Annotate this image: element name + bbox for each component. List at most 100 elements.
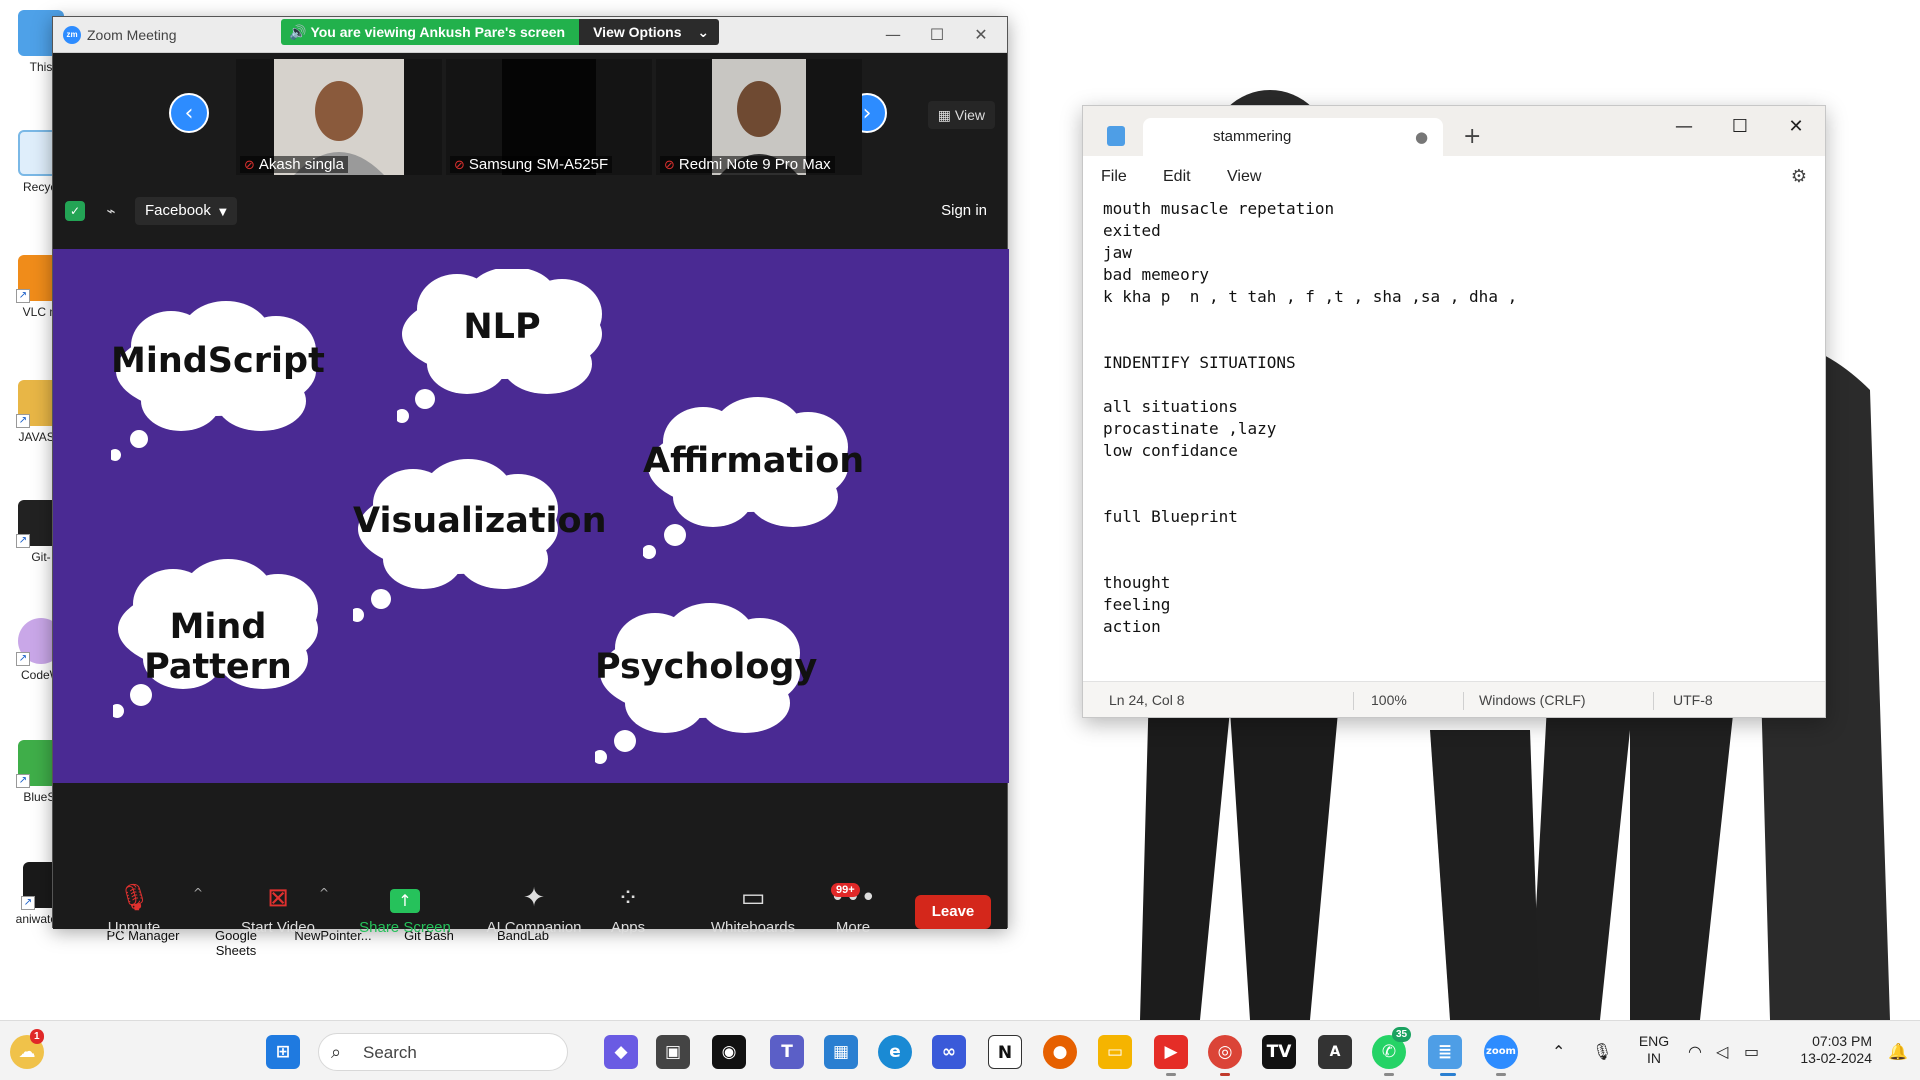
teams-icon[interactable]: T: [770, 1035, 804, 1069]
apps-button[interactable]: ⁘ Apps: [588, 881, 668, 936]
tradingview-icon[interactable]: TV: [1262, 1035, 1296, 1069]
leave-button[interactable]: Leave: [915, 895, 991, 929]
cloud-label-affirmation: Affirmation: [643, 441, 865, 481]
mic-muted-icon: ⊘: [664, 158, 675, 173]
window-title: Zoom Meeting: [87, 27, 177, 43]
zoom-title-bar[interactable]: zm Zoom Meeting 🔊 You are viewing Ankush …: [53, 17, 1007, 53]
zoom-logo-icon: zm: [63, 26, 81, 44]
status-divider: [1653, 692, 1654, 710]
start-windows-icon[interactable]: ⊞: [266, 1035, 300, 1069]
cloud-label-psychology: Psychology: [595, 647, 818, 687]
audio-options-caret-icon[interactable]: ^: [193, 886, 203, 900]
settings-gear-icon[interactable]: ⚙: [1791, 166, 1807, 187]
wifi-icon[interactable]: ◠: [1688, 1042, 1702, 1061]
active-indicator: [1440, 1073, 1456, 1076]
close-button[interactable]: ✕: [961, 23, 1001, 47]
notepad-window: stammering ● + — ☐ ✕ File Edit View ⚙ mo…: [1082, 105, 1826, 718]
minimize-button[interactable]: —: [1661, 112, 1707, 142]
view-button[interactable]: ▦ View: [927, 101, 995, 129]
running-indicator: [1220, 1073, 1230, 1076]
notepad-taskbar-icon[interactable]: ≣: [1428, 1035, 1462, 1069]
notepad-status-bar: Ln 24, Col 8 100% Windows (CRLF) UTF-8: [1083, 681, 1825, 717]
notification-badge: 99+: [831, 883, 860, 897]
zoom-level: 100%: [1371, 692, 1407, 708]
unsaved-dot-icon[interactable]: ●: [1415, 128, 1428, 146]
copilot-icon[interactable]: ◆: [604, 1035, 638, 1069]
visual-studio-icon[interactable]: ∞: [932, 1035, 966, 1069]
sparkle-icon: ✦: [523, 883, 545, 913]
grid-icon: ▦: [937, 108, 952, 124]
participant-tile[interactable]: ⊘ Redmi Note 9 Pro Max: [656, 59, 862, 175]
cloud-label-mind-pattern: Mind Pattern: [144, 607, 292, 687]
microsoft-store-icon[interactable]: ▦: [824, 1035, 858, 1069]
zoom-taskbar-icon[interactable]: zoom: [1484, 1035, 1518, 1069]
notification-bell-icon[interactable]: 🔔: [1888, 1042, 1908, 1061]
microphone-icon[interactable]: 🎙: [1592, 1042, 1612, 1061]
menu-view[interactable]: View: [1227, 168, 1261, 186]
apps-icon: ⁘: [617, 883, 639, 913]
cloud-shape: [643, 397, 848, 559]
task-view-icon[interactable]: ▣: [656, 1035, 690, 1069]
encryption-shield-icon[interactable]: ✓: [65, 201, 85, 221]
chevron-up-icon[interactable]: ⌃: [1552, 1042, 1565, 1061]
cursor-position: Ln 24, Col 8: [1109, 692, 1185, 708]
new-tab-icon[interactable]: +: [1463, 124, 1481, 149]
minimize-button[interactable]: —: [873, 23, 913, 47]
firefox-icon[interactable]: ●: [1043, 1035, 1077, 1069]
video-options-caret-icon[interactable]: ^: [319, 886, 329, 900]
maximize-button[interactable]: ☐: [1717, 112, 1763, 142]
close-button[interactable]: ✕: [1773, 112, 1819, 142]
view-options-button[interactable]: View Options ⌄: [579, 19, 720, 45]
shared-screen-slide: MindScript NLP Affirmation Visualization…: [53, 249, 1009, 783]
notepad-menu-bar: File Edit View ⚙: [1083, 156, 1825, 198]
font-app-icon[interactable]: A: [1318, 1035, 1352, 1069]
start-video-button[interactable]: ⊠ Start Video: [223, 881, 333, 936]
participant-tile[interactable]: ⊘ Akash singla: [236, 59, 442, 175]
cloud-shape: [595, 603, 800, 764]
video-off-icon: ⊠: [267, 883, 289, 913]
language-indicator[interactable]: ENG IN: [1634, 1033, 1674, 1067]
meeting-toolbar: 🎙 Unmute ^ ⊠ Start Video ^ ↑ Share Scree…: [53, 783, 1007, 936]
status-divider: [1463, 692, 1464, 710]
thought-cloud: MindScript: [111, 301, 325, 461]
cloud-label-mindscript: MindScript: [111, 341, 325, 381]
participant-name: ⊘ Akash singla: [240, 156, 348, 173]
thought-cloud: Mind Pattern: [113, 559, 323, 718]
screen-share-banner: 🔊 You are viewing Ankush Pare's screen Vi…: [281, 19, 720, 45]
whiteboards-button[interactable]: ▭ Whiteboards: [698, 881, 808, 936]
share-screen-button[interactable]: ↑ Share Screen: [350, 881, 460, 936]
sign-in-button[interactable]: Sign in: [933, 197, 995, 225]
clock[interactable]: 07:03 PM 13-02-2024: [1780, 1033, 1872, 1067]
notion-icon[interactable]: N: [988, 1035, 1022, 1069]
whiteboard-icon: ▭: [740, 883, 766, 913]
maximize-button[interactable]: ☐: [917, 23, 957, 47]
caret-down-icon: ▼: [219, 207, 227, 218]
taskbar: ☁ 1 ⊞ ⌕ Search ◆ ▣ ◉ T ▦ e ∞ N ● ▭ ▶ ◎ T…: [0, 1020, 1920, 1080]
zoom-meeting-window: zm Zoom Meeting 🔊 You are viewing Ankush …: [52, 16, 1009, 936]
chrome-icon[interactable]: ◎: [1208, 1035, 1242, 1069]
previous-page-icon[interactable]: ‹: [169, 93, 209, 133]
menu-edit[interactable]: Edit: [1163, 168, 1191, 186]
tab-stammering[interactable]: stammering ●: [1143, 118, 1443, 156]
menu-file[interactable]: File: [1101, 168, 1127, 186]
running-indicator: [1496, 1073, 1506, 1076]
stream-target-dropdown[interactable]: Facebook ▼: [135, 197, 237, 225]
participant-tile[interactable]: ⊘ Samsung SM-A525F: [446, 59, 652, 175]
cloud-label-visualization: Visualization: [353, 501, 607, 541]
thought-cloud: Visualization: [353, 459, 607, 622]
ai-companion-button[interactable]: ✦ AI Companion: [469, 881, 599, 936]
share-screen-icon: ↑: [350, 881, 460, 915]
youtube-icon[interactable]: ▶: [1154, 1035, 1188, 1069]
battery-icon[interactable]: ▭: [1744, 1042, 1759, 1061]
github-desktop-icon[interactable]: ◉: [712, 1035, 746, 1069]
live-stream-icon[interactable]: ⌁: [101, 201, 121, 221]
file-explorer-icon[interactable]: ▭: [1098, 1035, 1132, 1069]
unmute-button[interactable]: 🎙 Unmute: [79, 881, 189, 936]
participant-name: ⊘ Redmi Note 9 Pro Max: [660, 156, 835, 173]
edge-icon[interactable]: e: [878, 1035, 912, 1069]
volume-icon[interactable]: ◁: [1716, 1042, 1728, 1061]
notepad-tab-bar[interactable]: stammering ● + — ☐ ✕: [1083, 106, 1825, 156]
mic-muted-icon: 🎙: [117, 883, 151, 913]
taskbar-search[interactable]: ⌕ Search: [318, 1033, 568, 1071]
cloud-shape: [353, 459, 558, 622]
